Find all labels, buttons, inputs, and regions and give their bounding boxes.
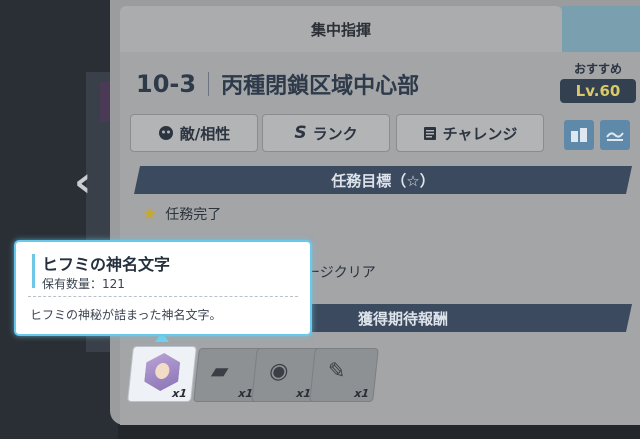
challenge-label: チャレンジ [442, 124, 518, 143]
objectives-header: 任務目標（☆） [134, 166, 632, 194]
enemy-affinity-label: 敵/相性 [179, 124, 231, 143]
tooltip-item-quantity: 保有数量：121 [42, 277, 125, 291]
objectives-header-label: 任務目標（☆） [331, 171, 435, 190]
enemy-affinity-button[interactable]: 敵/相性 [130, 114, 258, 152]
star-icon: ★ [142, 204, 158, 224]
objective-label: ージクリア [306, 265, 376, 281]
objective-item: ージクリア [306, 262, 376, 282]
reward-count: x1 [171, 387, 188, 400]
clipboard-icon [423, 127, 436, 140]
objective-item: ★ 任務完了 [142, 204, 221, 224]
reward-count: x1 [353, 387, 370, 400]
tooltip-divider [28, 296, 298, 297]
building-icon[interactable] [564, 120, 594, 150]
feather-icon: ✎ [326, 359, 348, 384]
prev-arrow-icon[interactable]: ‹ [74, 160, 114, 204]
s-rank-label: ランク [312, 124, 358, 143]
stage-number: 10-3 [136, 70, 197, 98]
stage-title: 10-3 丙種閉鎖区域中心部 [136, 68, 419, 100]
tooltip-item-description: ヒフミの神秘が詰まった神名文字。 [30, 308, 222, 322]
reward-slot-selected[interactable]: x1 [127, 346, 197, 402]
s-rank-icon: S [294, 123, 307, 143]
recommend-level-badge: Lv.60 [560, 79, 636, 103]
recommend-label: おすすめ [573, 62, 622, 76]
item-tooltip: ヒフミの神名文字 保有数量：121 ヒフミの神秘が詰まった神名文字。 [14, 240, 312, 336]
panel-header-side [562, 6, 640, 52]
tooltip-item-name: ヒフミの神名文字 [42, 255, 171, 274]
objective-label: 任務完了 [165, 207, 222, 223]
challenge-button[interactable]: チャレンジ [396, 114, 544, 152]
panel-header: 集中指揮 [120, 6, 562, 52]
panel-header-title: 集中指揮 [310, 20, 371, 39]
recommended-level: おすすめ Lv.60 [560, 60, 636, 108]
s-rank-button[interactable]: S ランク [262, 114, 390, 152]
reward-slot[interactable]: ✎ x1 [309, 348, 379, 402]
title-divider [208, 72, 210, 96]
stage-name: 丙種閉鎖区域中心部 [221, 74, 420, 99]
enemy-icon [158, 126, 173, 140]
terrain-icon[interactable] [600, 120, 630, 150]
rewards-header-label: 獲得期待報酬 [357, 309, 448, 328]
necklace-icon: ◉ [268, 359, 290, 384]
tooltip-accent [32, 254, 35, 288]
shoes-icon: ▰ [210, 359, 230, 384]
